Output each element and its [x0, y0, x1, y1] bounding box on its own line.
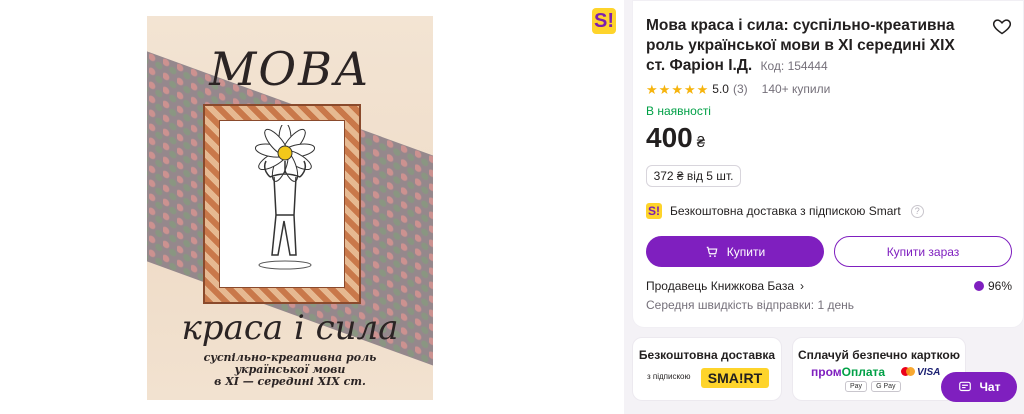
buy-button[interactable]: Купити [646, 236, 824, 267]
free-delivery-sub: з підпискою [647, 372, 691, 381]
chat-icon [958, 381, 971, 392]
star-icon: ★ [646, 81, 658, 97]
cover-subtitle: суспільно-креативна роль української мов… [147, 352, 433, 388]
seller-rating: 96% [974, 279, 1012, 293]
product-image[interactable]: МОВА краса і сила суспільно-креативна ро… [147, 16, 433, 400]
product-title: Мова краса і сила: суспільно-креативна р… [646, 16, 976, 76]
rating-count[interactable]: (3) [733, 82, 748, 96]
heart-icon[interactable] [992, 16, 1012, 36]
seller-label: Продавець Книжкова База [646, 279, 795, 293]
seller-rating-icon [974, 281, 984, 291]
product-code: Код: 154444 [760, 59, 828, 73]
smart-delivery-row: S! Безкоштовна доставка з підпискою Smar… [646, 203, 924, 219]
free-delivery-card[interactable]: Безкоштовна доставка з підпискою SMA!RT [632, 337, 782, 401]
star-icon: ★ [671, 81, 683, 97]
rating-stars: ★ ★ ★ ★ ★ [646, 83, 708, 96]
stock-status: В наявності [646, 104, 711, 118]
cover-title-top: МОВА [209, 42, 371, 96]
promoplata-part2: Оплата [841, 365, 886, 379]
cover-title-bottom: краса і сила [181, 308, 399, 348]
price-value: 400 [646, 122, 693, 153]
google-pay-icon: G Pay [871, 381, 901, 392]
star-icon: ★ [696, 81, 709, 97]
seller-link[interactable]: Продавець Книжкова База › [646, 279, 804, 293]
safe-payment-card[interactable]: Сплачуй безпечно карткою промОплата VISA… [792, 337, 966, 401]
cart-icon [706, 246, 718, 257]
wallet-row: Pay G Pay [845, 381, 901, 392]
visa-logo: VISA [917, 367, 941, 378]
chevron-right-icon: › [800, 279, 805, 293]
apple-pay-icon: Pay [845, 381, 868, 392]
chat-button[interactable]: Чат [941, 372, 1017, 402]
mastercard-icon [901, 367, 915, 377]
cover-subtitle-line: в ХІ — середині ХІХ ст. [214, 375, 366, 388]
free-delivery-title: Безкоштовна доставка [638, 348, 776, 362]
promoplata-part1: пром [811, 365, 842, 379]
daisy-man-illustration [254, 125, 316, 270]
buy-now-button[interactable]: Купити зараз [834, 236, 1012, 267]
star-icon: ★ [683, 81, 696, 97]
dispatch-speed: Середня швидкість відправки: 1 день [646, 298, 855, 312]
star-icon: ★ [658, 81, 671, 97]
safe-payment-title: Сплачуй безпечно карткою [798, 348, 960, 362]
chat-button-label: Чат [979, 380, 1001, 394]
smart-logo: SMA!RT [701, 368, 769, 388]
smart-badge: S! [592, 8, 616, 34]
cover-frame [203, 104, 361, 304]
currency-sign: ₴ [696, 134, 706, 151]
info-icon[interactable]: ? [910, 204, 924, 218]
bulk-price-chip[interactable]: 372 ₴ від 5 шт. [646, 165, 741, 187]
buy-button-label: Купити [726, 244, 766, 259]
rating-row[interactable]: ★ ★ ★ ★ ★ 5.0 (3) 140+ купили [646, 82, 830, 96]
price: 400 ₴ [646, 122, 705, 154]
smart-mini-badge: S! [646, 203, 662, 219]
smart-delivery-text: Безкоштовна доставка з підпискою Smart [670, 204, 901, 218]
cover-frame-inner [219, 120, 345, 288]
rating-value: 5.0 [712, 82, 729, 96]
promoplata-logo: промОплата [811, 365, 885, 379]
seller-rating-value: 96% [988, 279, 1013, 293]
bought-count: 140+ купили [761, 82, 831, 96]
